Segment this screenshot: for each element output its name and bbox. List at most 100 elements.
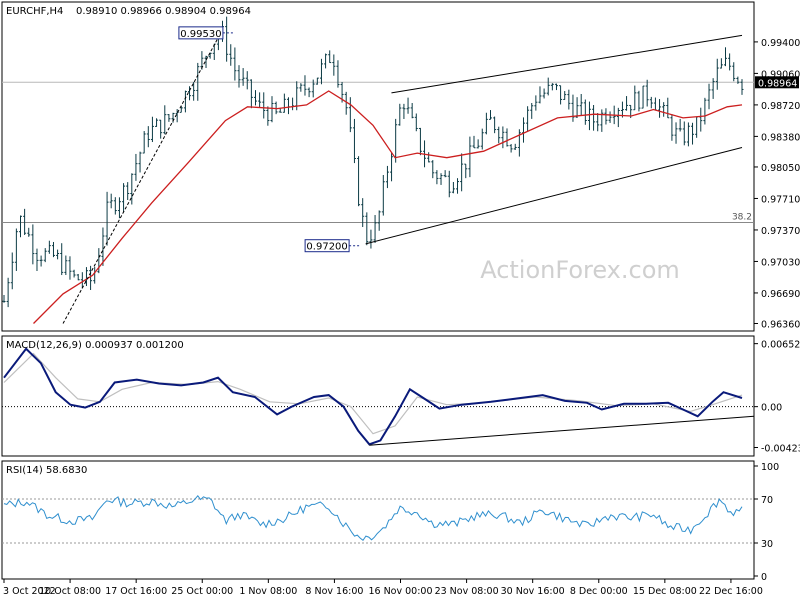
rsi-y-tick-label: 30 xyxy=(761,539,773,550)
price-bar xyxy=(352,118,356,164)
price-bar xyxy=(282,93,286,113)
price-bar xyxy=(435,170,439,185)
chart-canvas: ActionForex.com 38.2 0.99530 0.97200 0.9940… xyxy=(1,1,800,597)
price-bar xyxy=(328,50,332,64)
price-bar xyxy=(456,178,460,194)
price-annotation-label: 0.99530 xyxy=(180,29,221,40)
x-axis-tick-label: 30 Nov 16:00 xyxy=(501,586,565,597)
price-bar xyxy=(501,126,505,149)
fib-level-label: 38.2 xyxy=(732,213,752,223)
price-bar xyxy=(686,122,690,147)
chart-root: ActionForex.com 38.2 0.99530 0.97200 0.9940… xyxy=(0,0,800,600)
price-bar xyxy=(262,92,266,119)
price-bar xyxy=(575,97,579,118)
price-bar xyxy=(707,83,711,110)
price-bar xyxy=(604,108,608,125)
price-bar xyxy=(480,128,484,150)
moving-average-line xyxy=(33,90,743,324)
x-axis-tick-label: 15 Dec 08:00 xyxy=(633,586,697,597)
price-bar xyxy=(35,248,39,272)
price-bar xyxy=(150,116,154,143)
macd-y-tick-label: 0.00 xyxy=(761,403,782,414)
x-axis-tick-label: 25 Oct 00:00 xyxy=(171,586,233,597)
price-bar xyxy=(258,92,262,108)
chart-header-ohlc: 0.98910 0.98966 0.98904 0.98964 xyxy=(76,6,251,17)
rsi-panel-title: RSI(14) 58.6830 xyxy=(6,465,87,476)
macd-y-tick-label: 0.006529 xyxy=(761,340,800,351)
price-bar xyxy=(550,83,554,91)
price-bar xyxy=(163,105,167,135)
price-bar xyxy=(476,139,480,149)
price-bar xyxy=(715,58,719,90)
rsi-y-tick-label: 100 xyxy=(761,462,779,473)
x-axis-tick-label: 22 Dec 16:00 xyxy=(699,586,763,597)
price-y-tick-label: 0.96360 xyxy=(761,320,800,331)
price-bar xyxy=(299,83,303,92)
price-bar xyxy=(666,97,670,119)
rsi-panel-frame xyxy=(1,460,755,580)
price-bar xyxy=(167,114,171,122)
price-bar xyxy=(728,53,732,71)
price-bar xyxy=(51,241,55,258)
price-bar xyxy=(513,143,517,150)
price-bar xyxy=(47,240,51,254)
price-bar xyxy=(369,229,373,249)
price-bar xyxy=(534,95,538,111)
price-bar xyxy=(583,99,587,125)
price-bar xyxy=(117,197,121,219)
price-bar xyxy=(381,175,385,216)
price-bar xyxy=(18,215,22,238)
price-bar xyxy=(579,93,583,117)
price-bar xyxy=(245,71,249,90)
price-bar xyxy=(414,113,418,132)
price-bar xyxy=(319,58,323,85)
price-bar xyxy=(72,269,76,278)
price-bar xyxy=(56,249,60,260)
price-bar xyxy=(596,113,600,132)
price-bar xyxy=(608,111,612,123)
price-bar xyxy=(134,153,138,181)
rsi-layer: 100 70 30 0 xyxy=(2,462,779,583)
price-y-tick-label: 0.97030 xyxy=(761,257,800,268)
price-bar xyxy=(662,102,666,117)
price-bar xyxy=(249,79,253,109)
price-bar xyxy=(68,256,72,280)
price-bar xyxy=(315,77,319,85)
price-layer: 38.20.995300.972000.994000.990600.987200… xyxy=(2,16,800,331)
price-bar xyxy=(122,183,126,213)
price-y-tick-label: 0.99400 xyxy=(761,38,800,49)
price-bar xyxy=(266,106,270,126)
price-annotation-label: 0.97200 xyxy=(306,242,347,253)
price-bar xyxy=(443,170,447,178)
price-bar xyxy=(183,90,187,113)
price-bar xyxy=(732,62,736,82)
price-bar xyxy=(159,119,163,139)
price-bar xyxy=(402,103,406,120)
price-bar xyxy=(678,118,682,132)
price-bar xyxy=(587,101,591,131)
price-bar xyxy=(39,255,43,267)
price-bar xyxy=(637,90,641,112)
price-bar xyxy=(398,103,402,126)
price-bar xyxy=(126,182,130,201)
price-bar xyxy=(719,58,723,69)
price-bar xyxy=(703,97,707,125)
price-bar xyxy=(427,152,431,163)
price-bar xyxy=(616,107,620,128)
price-bar xyxy=(711,78,715,99)
price-bar xyxy=(447,170,451,198)
price-bar xyxy=(373,215,377,243)
x-axis-tick-label: 8 Nov 16:00 xyxy=(305,586,363,597)
price-y-tick-label: 0.97710 xyxy=(761,194,800,205)
rsi-y-tick-label: 70 xyxy=(761,495,773,506)
price-bar xyxy=(348,97,352,133)
price-bar xyxy=(410,103,414,119)
macd-y-tick-label: -0.004233 xyxy=(761,443,800,454)
price-bar xyxy=(724,47,728,67)
price-bar xyxy=(113,197,117,215)
price-bar xyxy=(468,136,472,178)
price-bar xyxy=(600,109,604,132)
x-axis-tick-label: 10 Oct 08:00 xyxy=(39,586,101,597)
price-bar xyxy=(253,90,257,106)
price-bar xyxy=(563,91,567,100)
